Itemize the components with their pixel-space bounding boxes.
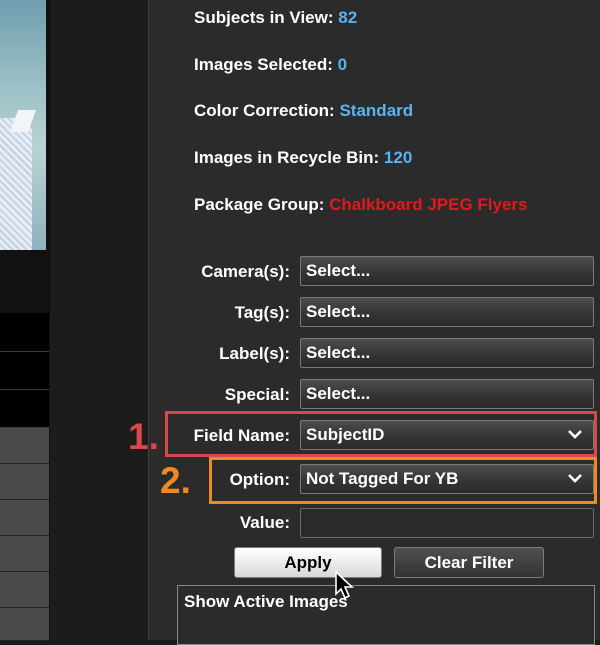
option-value: Not Tagged For YB xyxy=(306,469,459,488)
list-row[interactable] xyxy=(0,500,49,536)
stat-label: Subjects in View: xyxy=(194,8,334,27)
camera-label: Camera(s): xyxy=(201,262,290,281)
stat-recycle-bin: Images in Recycle Bin: 120 xyxy=(194,148,412,168)
camera-select[interactable]: Select... xyxy=(300,256,594,286)
list-row[interactable] xyxy=(0,428,49,464)
stat-label: Images Selected: xyxy=(194,55,333,74)
tag-select[interactable]: Select... xyxy=(300,297,594,327)
field-name-value: SubjectID xyxy=(306,425,385,444)
stat-label: Images in Recycle Bin: xyxy=(194,148,380,167)
apply-button[interactable]: Apply xyxy=(234,547,382,578)
option-dropdown[interactable]: Not Tagged For YB xyxy=(300,464,594,494)
list-row[interactable] xyxy=(0,390,49,428)
value-label: Value: xyxy=(239,513,290,532)
left-column xyxy=(0,0,50,641)
photo-shirt xyxy=(0,118,32,250)
special-select[interactable]: Select... xyxy=(300,379,594,409)
list-row[interactable] xyxy=(0,464,49,500)
stat-package-group: Package Group: Chalkboard JPEG Flyers xyxy=(194,195,528,215)
stat-label: Package Group: xyxy=(194,195,325,214)
label-select[interactable]: Select... xyxy=(300,338,594,368)
list-row[interactable] xyxy=(0,572,49,608)
stat-label: Color Correction: xyxy=(194,101,335,120)
field-name-label: Field Name: xyxy=(193,426,290,445)
stat-value[interactable]: 120 xyxy=(384,148,412,167)
active-images-box[interactable]: Show Active Images xyxy=(177,585,595,645)
photo-collar xyxy=(9,110,37,132)
list-row[interactable] xyxy=(0,313,49,352)
stat-value[interactable]: Standard xyxy=(339,101,413,120)
special-label: Special: xyxy=(224,385,290,404)
value-input[interactable] xyxy=(300,508,594,538)
option-label: Option: xyxy=(229,470,290,489)
active-images-label: Show Active Images xyxy=(184,592,348,611)
list-row[interactable] xyxy=(0,536,49,572)
stat-value: 0 xyxy=(337,55,348,74)
divider-gutter xyxy=(50,0,148,640)
stat-color-correction: Color Correction: Standard xyxy=(194,101,413,121)
label-label: Label(s): xyxy=(219,344,290,363)
list-row[interactable] xyxy=(0,352,49,390)
list-row[interactable] xyxy=(0,608,49,641)
stat-value[interactable]: Chalkboard JPEG Flyers xyxy=(329,195,527,214)
tag-label: Tag(s): xyxy=(234,303,290,322)
stat-value: 82 xyxy=(338,8,358,27)
chevron-down-icon xyxy=(568,474,582,483)
clear-filter-button[interactable]: Clear Filter xyxy=(394,547,544,578)
chevron-down-icon xyxy=(568,430,582,439)
subject-photo[interactable] xyxy=(0,0,46,250)
mouse-pointer-icon xyxy=(335,570,355,600)
stat-images-selected: Images Selected: 0 xyxy=(194,55,347,75)
stat-subjects-in-view: Subjects in View: 82 xyxy=(194,8,357,28)
field-name-dropdown[interactable]: SubjectID xyxy=(300,420,594,450)
